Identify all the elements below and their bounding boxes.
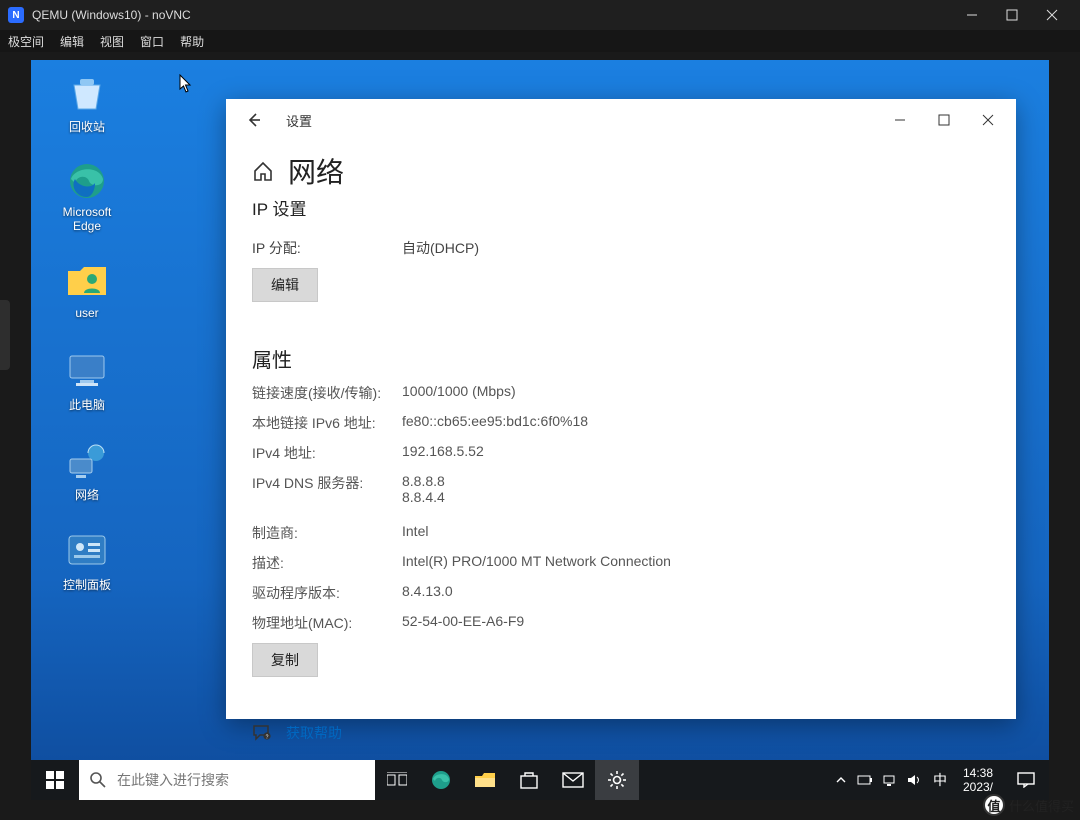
- novnc-side-handle[interactable]: [0, 300, 10, 370]
- vnc-menu-item[interactable]: 视图: [100, 33, 124, 50]
- taskbar-clock[interactable]: 14:38 2023/: [957, 766, 1003, 795]
- vnc-titlebar: N QEMU (Windows10) - noVNC: [0, 0, 1080, 30]
- settings-close-button[interactable]: [966, 104, 1010, 136]
- desktop-icon-this-pc[interactable]: 此电脑: [49, 350, 125, 413]
- smzdm-watermark: 值 什么值得买: [983, 794, 1074, 816]
- mouse-cursor-icon: [179, 74, 193, 94]
- ime-indicator[interactable]: 中: [933, 770, 947, 790]
- prop-label: 描述:: [252, 553, 402, 573]
- smzdm-watermark-text: 什么值得买: [1009, 796, 1074, 815]
- windows-desktop[interactable]: 回收站 Microsoft Edge user 此电脑 网络 控制面板: [31, 60, 1049, 800]
- vnc-menu-item[interactable]: 极空间: [8, 33, 44, 50]
- prop-value: 192.168.5.52: [402, 443, 484, 463]
- home-icon[interactable]: [252, 160, 274, 182]
- prop-label: 物理地址(MAC):: [252, 613, 402, 633]
- windows-logo-icon: [46, 771, 64, 789]
- help-chat-icon: ?: [252, 724, 272, 742]
- desktop-icon-control-panel[interactable]: 控制面板: [49, 530, 125, 593]
- get-help-link[interactable]: 获取帮助: [286, 723, 342, 743]
- store-icon: [519, 770, 539, 790]
- folder-icon: [474, 771, 496, 789]
- prop-label: IPv4 地址:: [252, 443, 402, 463]
- desktop-icon-edge[interactable]: Microsoft Edge: [49, 160, 125, 234]
- prop-value: 52-54-00-EE-A6-F9: [402, 613, 524, 633]
- svg-text:?: ?: [266, 735, 269, 741]
- vnc-window-title: QEMU (Windows10) - noVNC: [32, 8, 191, 22]
- control-panel-icon: [66, 530, 108, 572]
- ip-settings-heading: IP 设置: [252, 195, 990, 220]
- mail-icon: [562, 772, 584, 788]
- settings-window: 设置 网络 IP 设置 IP 分配: 自动(DHCP) 编辑 属性 链接速度(接…: [226, 99, 1016, 719]
- prop-value: fe80::cb65:ee95:bd1c:6f0%18: [402, 413, 588, 433]
- taskbar-app-mail[interactable]: [551, 760, 595, 800]
- desktop-icon-user-folder[interactable]: user: [49, 260, 125, 320]
- ip-assignment-label: IP 分配:: [252, 238, 402, 258]
- taskbar-app-explorer[interactable]: [463, 760, 507, 800]
- settings-minimize-button[interactable]: [878, 104, 922, 136]
- taskbar-app-settings[interactable]: [595, 760, 639, 800]
- edit-button[interactable]: 编辑: [252, 268, 318, 302]
- settings-maximize-button[interactable]: [922, 104, 966, 136]
- tray-overflow-icon[interactable]: [835, 774, 847, 786]
- smzdm-badge-icon: 值: [983, 794, 1005, 816]
- taskbar: 在此键入进行搜索 中 14:38 2023/: [31, 760, 1049, 800]
- prop-value: Intel: [402, 523, 428, 543]
- desktop-icon-label: 此电脑: [49, 396, 125, 413]
- prop-label: IPv4 DNS 服务器:: [252, 473, 402, 505]
- computer-icon: [66, 350, 108, 392]
- vnc-menu-item[interactable]: 窗口: [140, 33, 164, 50]
- vnc-menubar: 极空间 编辑 视图 窗口 帮助: [0, 30, 1080, 52]
- ip-assignment-value: 自动(DHCP): [402, 238, 479, 258]
- vnc-maximize-button[interactable]: [992, 0, 1032, 30]
- desktop-icon-label: user: [49, 306, 125, 320]
- novnc-logo-icon: N: [8, 7, 24, 23]
- system-tray[interactable]: 中: [825, 770, 957, 790]
- prop-label: 驱动程序版本:: [252, 583, 402, 603]
- notification-icon: [1017, 772, 1035, 788]
- prop-value: Intel(R) PRO/1000 MT Network Connection: [402, 553, 671, 573]
- vnc-close-button[interactable]: [1032, 0, 1072, 30]
- task-view-button[interactable]: [375, 760, 419, 800]
- prop-value: 8.4.13.0: [402, 583, 453, 603]
- vnc-menu-item[interactable]: 编辑: [60, 33, 84, 50]
- network-icon: [66, 440, 108, 482]
- recycle-bin-icon: [66, 72, 108, 114]
- desktop-icon-network[interactable]: 网络: [49, 440, 125, 503]
- edge-icon: [430, 769, 452, 791]
- search-placeholder: 在此键入进行搜索: [117, 770, 229, 790]
- battery-icon: [857, 773, 873, 787]
- taskbar-app-edge[interactable]: [419, 760, 463, 800]
- arrow-left-icon: [245, 111, 263, 129]
- prop-label: 本地链接 IPv6 地址:: [252, 413, 402, 433]
- vnc-minimize-button[interactable]: [952, 0, 992, 30]
- folder-user-icon: [66, 260, 108, 302]
- page-title: 网络: [288, 151, 344, 191]
- desktop-icon-label: 回收站: [49, 118, 125, 135]
- copy-button[interactable]: 复制: [252, 643, 318, 677]
- properties-heading: 属性: [252, 344, 990, 373]
- back-button[interactable]: [240, 106, 268, 134]
- gear-icon: [607, 770, 627, 790]
- prop-value: 8.8.8.88.8.4.4: [402, 473, 445, 505]
- desktop-icon-recycle-bin[interactable]: 回收站: [49, 72, 125, 135]
- task-view-icon: [387, 772, 407, 788]
- start-button[interactable]: [31, 760, 79, 800]
- desktop-icon-label: 控制面板: [49, 576, 125, 593]
- prop-label: 链接速度(接收/传输):: [252, 383, 402, 403]
- search-icon: [89, 771, 107, 789]
- desktop-icon-label: 网络: [49, 486, 125, 503]
- taskbar-app-store[interactable]: [507, 760, 551, 800]
- settings-window-title: 设置: [286, 111, 312, 130]
- vnc-menu-item[interactable]: 帮助: [180, 33, 204, 50]
- volume-icon: [907, 773, 923, 787]
- prop-value: 1000/1000 (Mbps): [402, 383, 516, 403]
- desktop-icon-label: Microsoft Edge: [49, 206, 125, 234]
- edge-icon: [66, 160, 108, 202]
- taskbar-search[interactable]: 在此键入进行搜索: [79, 760, 375, 800]
- prop-label: 制造商:: [252, 523, 402, 543]
- settings-titlebar[interactable]: 设置: [226, 99, 1016, 141]
- network-tray-icon: [883, 773, 897, 787]
